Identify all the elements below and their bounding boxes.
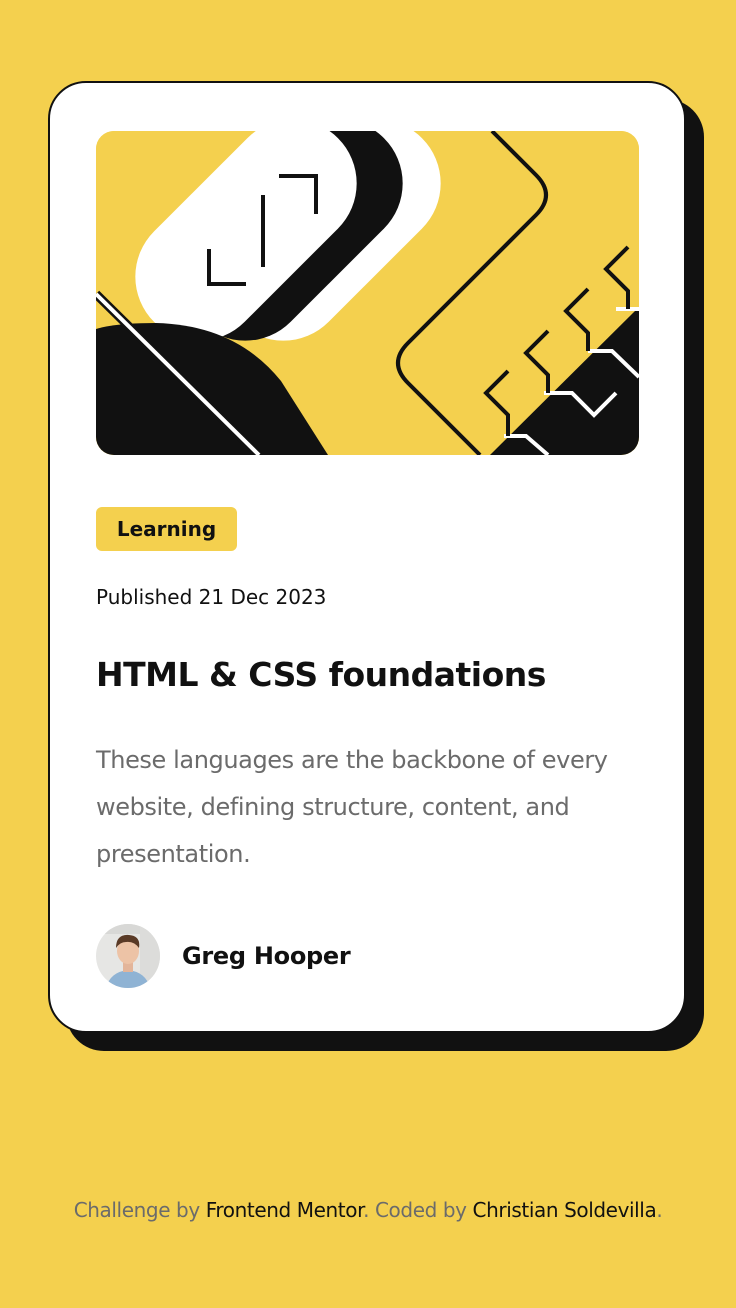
category-badge: Learning: [96, 507, 237, 551]
card-description: These languages are the backbone of ever…: [96, 746, 608, 868]
attribution-middle: . Coded by: [363, 1198, 473, 1222]
card-title[interactable]: HTML & CSS foundations: [96, 655, 546, 694]
author-avatar: [96, 924, 160, 988]
author: Greg Hooper: [96, 924, 351, 988]
published-date: Published 21 Dec 2023: [96, 585, 327, 609]
card-illustration: [96, 131, 639, 455]
attribution: Challenge by Frontend Mentor. Coded by C…: [0, 1198, 736, 1222]
attribution-suffix: .: [656, 1198, 663, 1222]
author-name: Greg Hooper: [182, 942, 351, 970]
blog-preview-card: Learning Published 21 Dec 2023 HTML & CS…: [48, 81, 686, 1033]
attribution-prefix: Challenge by: [73, 1198, 206, 1222]
coder-link[interactable]: Christian Soldevilla: [473, 1198, 657, 1222]
frontend-mentor-link[interactable]: Frontend Mentor: [206, 1198, 364, 1222]
